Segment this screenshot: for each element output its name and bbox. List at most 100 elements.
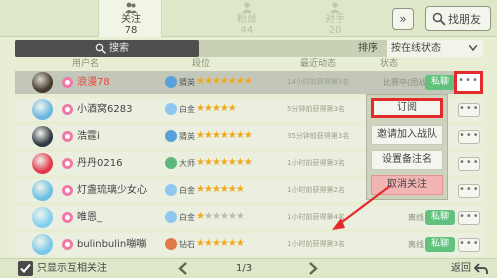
- star-icon: ★: [243, 130, 253, 141]
- subscribe-menu-item[interactable]: 订阅: [371, 98, 443, 118]
- row-action-menu: 订阅 邀请加入战队 设置备注名 取消关注: [366, 94, 448, 200]
- mutual-only-label: 只显示互相关注: [37, 263, 107, 274]
- invite-team-menu-item[interactable]: 邀请加入战队: [371, 125, 443, 145]
- star-icon: ★: [196, 76, 205, 87]
- unfollow-menu-item[interactable]: 取消关注: [371, 175, 443, 195]
- row-more-button[interactable]: •••: [458, 157, 480, 171]
- recent-activity: 1小时前获得第4名: [287, 213, 345, 221]
- star-icon: ★: [203, 103, 213, 114]
- rank-badge-icon: [165, 130, 177, 142]
- star-icon: ★: [219, 157, 229, 168]
- username: bulinbulin嘣嘣: [77, 239, 147, 250]
- online-status: 比赛中(团战): [383, 78, 430, 87]
- rank-name: 猜英: [179, 132, 195, 141]
- rank-stars: ★★★★★★★: [196, 76, 253, 88]
- star-icon: ★: [243, 157, 253, 168]
- tab-count: 44: [240, 25, 254, 36]
- private-chat-button[interactable]: 私聊: [425, 210, 455, 225]
- avatar[interactable]: [32, 180, 53, 201]
- star-icon: ★: [203, 211, 213, 222]
- avatar[interactable]: [32, 234, 53, 255]
- star-icon: ★: [211, 184, 221, 195]
- star-icon: ★: [211, 130, 221, 141]
- rank-badge-icon: [165, 103, 177, 115]
- rank-stars: ★★★★★: [196, 103, 237, 115]
- star-icon: ★: [203, 157, 213, 168]
- rank-name: 猜英: [179, 78, 195, 87]
- tab-label: 粉丝: [237, 14, 257, 25]
- rank-stars: ★★★★★★★: [196, 130, 253, 142]
- sort-value: 按在线状态: [391, 43, 441, 54]
- avatar[interactable]: [32, 207, 53, 228]
- next-page-icon[interactable]: [307, 262, 319, 275]
- star-icon: ★: [227, 184, 237, 195]
- username: 小酒窝6283: [77, 104, 133, 115]
- avatar[interactable]: [32, 72, 53, 93]
- tab-fans[interactable]: 粉丝 44: [215, 0, 279, 37]
- column-header-activity: 最近动态: [300, 59, 337, 69]
- more-tabs-button[interactable]: »: [392, 8, 414, 30]
- row-more-button[interactable]: •••: [458, 184, 480, 198]
- gender-icon: [62, 185, 73, 196]
- star-icon: ★: [235, 211, 245, 222]
- star-icon: ★: [211, 103, 221, 114]
- tab-count: 20: [328, 25, 342, 36]
- mutual-only-checkbox[interactable]: [18, 261, 33, 276]
- star-icon: ★: [196, 238, 205, 249]
- star-icon: ★: [235, 76, 245, 87]
- recent-activity: 1小时前获得第3名: [287, 159, 345, 167]
- star-icon: ★: [219, 184, 229, 195]
- star-icon: ★: [227, 103, 237, 114]
- star-icon: ★: [219, 103, 229, 114]
- rank-stars: ★★★★★★: [196, 238, 245, 250]
- star-icon: ★: [196, 184, 205, 195]
- username: 灯盏琉璃少女心: [77, 185, 147, 196]
- set-remark-menu-item[interactable]: 设置备注名: [371, 150, 443, 170]
- sort-select[interactable]: 按在线状态: [387, 40, 483, 57]
- top-tab-bar: 关注 78 粉丝 44 对手 20 » 找朋友: [0, 0, 497, 37]
- star-icon: ★: [227, 76, 237, 87]
- friend-row[interactable]: bulinbulin嘣嘣 钻石 ★★★★★★ 1小时前获得第3名 离线 私聊 •••: [15, 233, 483, 256]
- sort-label: 排序: [358, 43, 378, 54]
- tab-following[interactable]: 关注 78: [98, 0, 162, 37]
- row-more-button[interactable]: •••: [458, 130, 480, 144]
- rank-name: 钻石: [179, 240, 195, 249]
- previous-page-icon[interactable]: [177, 262, 189, 275]
- row-more-button[interactable]: •••: [458, 238, 480, 252]
- user-icon: [125, 2, 137, 13]
- rank-name: 大师: [179, 159, 195, 168]
- row-more-button[interactable]: •••: [454, 71, 483, 94]
- back-arrow-icon[interactable]: [474, 262, 488, 275]
- friend-row[interactable]: 浪漫78 猜英 ★★★★★★★ 14小时前获得第3名 比赛中(团战) 私聊 •••: [15, 71, 483, 94]
- row-more-button[interactable]: •••: [458, 103, 480, 117]
- back-label[interactable]: 返回: [451, 262, 471, 275]
- rank-name: 白金: [179, 186, 195, 195]
- star-icon: ★: [227, 130, 237, 141]
- avatar[interactable]: [32, 126, 53, 147]
- star-icon: ★: [211, 157, 221, 168]
- rank-stars: ★★★★★★: [196, 211, 245, 223]
- avatar[interactable]: [32, 153, 53, 174]
- gender-icon: [62, 239, 73, 250]
- rank-stars: ★★★★★★★: [196, 157, 253, 169]
- footer-bar: 只显示互相关注 1/3 返回: [0, 258, 497, 278]
- tab-rivals[interactable]: 对手 20: [303, 0, 367, 37]
- private-chat-button[interactable]: 私聊: [425, 237, 455, 252]
- chevron-down-icon: [469, 45, 477, 51]
- column-header-username: 用户名: [72, 59, 100, 69]
- rank-badge-icon: [165, 211, 177, 223]
- row-more-button[interactable]: •••: [458, 211, 480, 225]
- online-status: 离线: [408, 213, 424, 222]
- friend-row[interactable]: 唯恩_ 白金 ★★★★★★ 1小时前获得第4名 离线 私聊 •••: [15, 206, 483, 229]
- search-input[interactable]: 搜索: [15, 40, 199, 57]
- avatar[interactable]: [32, 99, 53, 120]
- user-icon: [242, 2, 252, 13]
- find-friend-button[interactable]: 找朋友: [425, 6, 491, 31]
- gender-icon: [62, 212, 73, 223]
- online-status: 离线: [408, 240, 424, 249]
- star-icon: ★: [227, 238, 237, 249]
- star-icon: ★: [227, 211, 237, 222]
- star-icon: ★: [196, 130, 205, 141]
- recent-activity: 5分钟前获得第3名: [287, 105, 345, 113]
- private-chat-button[interactable]: 私聊: [425, 75, 455, 90]
